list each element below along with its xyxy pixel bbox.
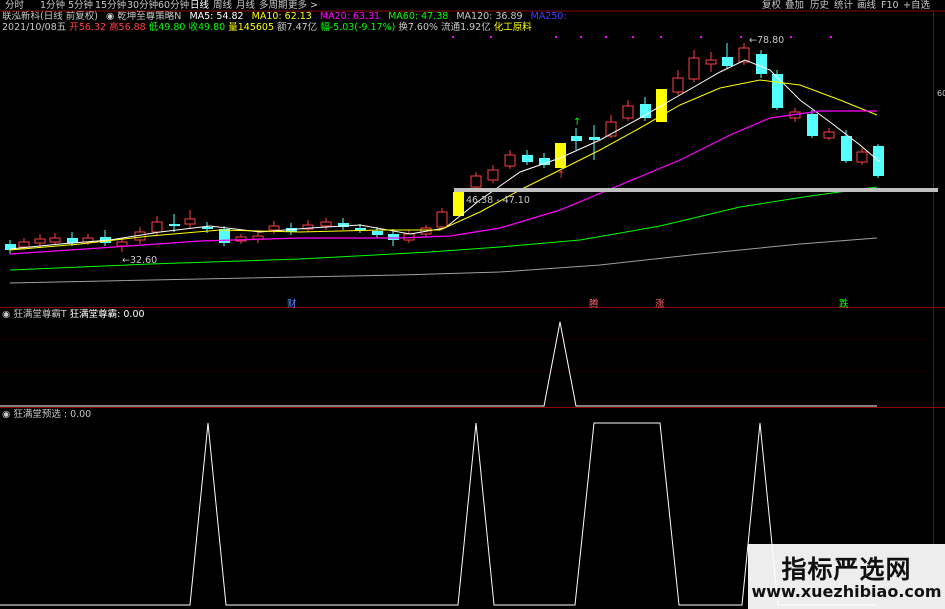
signal-teng: 腾 [589, 299, 599, 310]
candle-body [823, 131, 835, 139]
marker-dot [740, 36, 742, 38]
watermark-url: www.xuezhibiao.com [751, 582, 942, 601]
candle-body [355, 228, 366, 230]
candle-body [436, 211, 448, 228]
marker-dot [555, 36, 557, 38]
candle-body [18, 241, 30, 248]
up-arrow-icon: ↑ [557, 170, 565, 181]
signal-candle [453, 192, 464, 216]
candle-body [169, 224, 180, 226]
candle-body [470, 175, 482, 188]
panel3-toggle-icon[interactable]: ◉ [2, 409, 10, 420]
candle-body [688, 57, 700, 80]
candle-body [202, 227, 213, 229]
candle-body [622, 105, 634, 119]
panel2-line [0, 321, 877, 407]
panel2-header: ◉ 狂满堂尊霸T 狂满堂尊霸: 0.00 [2, 309, 145, 320]
panel2-toggle-icon[interactable]: ◉ [2, 309, 10, 320]
candle-body [487, 169, 499, 181]
candle-body [571, 136, 582, 141]
candle-body [252, 235, 264, 240]
candle-body [738, 47, 750, 63]
candle-body [151, 221, 163, 233]
high-price-label: ←78.80 [749, 35, 785, 46]
marker-dot [490, 36, 492, 38]
candle-body [522, 155, 533, 162]
candle-body [184, 218, 196, 225]
low-price-value: 32.60 [129, 255, 158, 266]
range-band [454, 188, 938, 192]
marker-dot [452, 36, 454, 38]
candle-body [504, 154, 516, 167]
y-axis-tick: 60 [937, 89, 945, 98]
panel2-value: 狂满堂尊霸: 0.00 [69, 309, 145, 320]
marker-dot [632, 36, 634, 38]
marker-dot [700, 36, 702, 38]
candle-body [772, 74, 783, 108]
panel3-line [0, 422, 877, 606]
candle-body [856, 151, 868, 163]
marker-dot [580, 36, 582, 38]
candle-body [268, 225, 280, 231]
watermark-text: 指标严选网 [781, 555, 912, 584]
panel2-title[interactable]: 狂满堂尊霸T [13, 309, 66, 320]
low-price-label: ←32.60 [122, 255, 158, 266]
candle-body [372, 231, 383, 235]
panel3-title[interactable]: 狂满堂预选 : 0.00 [13, 409, 91, 420]
watermark: 指标严选网 www.xuezhibiao.com [748, 544, 945, 609]
candle-body [841, 136, 852, 161]
panel3-header: ◉ 狂满堂预选 : 0.00 [2, 409, 91, 420]
candle-body [34, 238, 46, 244]
up-arrow-icon: ↑ [573, 117, 581, 128]
signal-cai: 财 [287, 299, 297, 310]
candle-body [49, 237, 61, 243]
signal-zhang: 涨 [655, 299, 665, 310]
candle-body [640, 104, 651, 118]
candle-body [722, 57, 733, 66]
range-label: 46.38 - 47.10 [466, 195, 530, 206]
candle-body [807, 114, 818, 136]
marker-dot [790, 36, 792, 38]
kline-chart[interactable]: ↑↑ [0, 0, 945, 609]
candle-body [589, 137, 600, 140]
candle-body [388, 234, 399, 240]
candle-body [116, 241, 128, 247]
candle-body [320, 221, 332, 227]
candle-body [705, 59, 717, 65]
signal-die: 跌 [839, 299, 849, 310]
marker-dot [830, 36, 832, 38]
candle-body [672, 77, 684, 93]
marker-dot [660, 36, 662, 38]
marker-dot [605, 36, 607, 38]
candle-body [756, 54, 767, 74]
high-price-value: 78.80 [756, 35, 785, 46]
